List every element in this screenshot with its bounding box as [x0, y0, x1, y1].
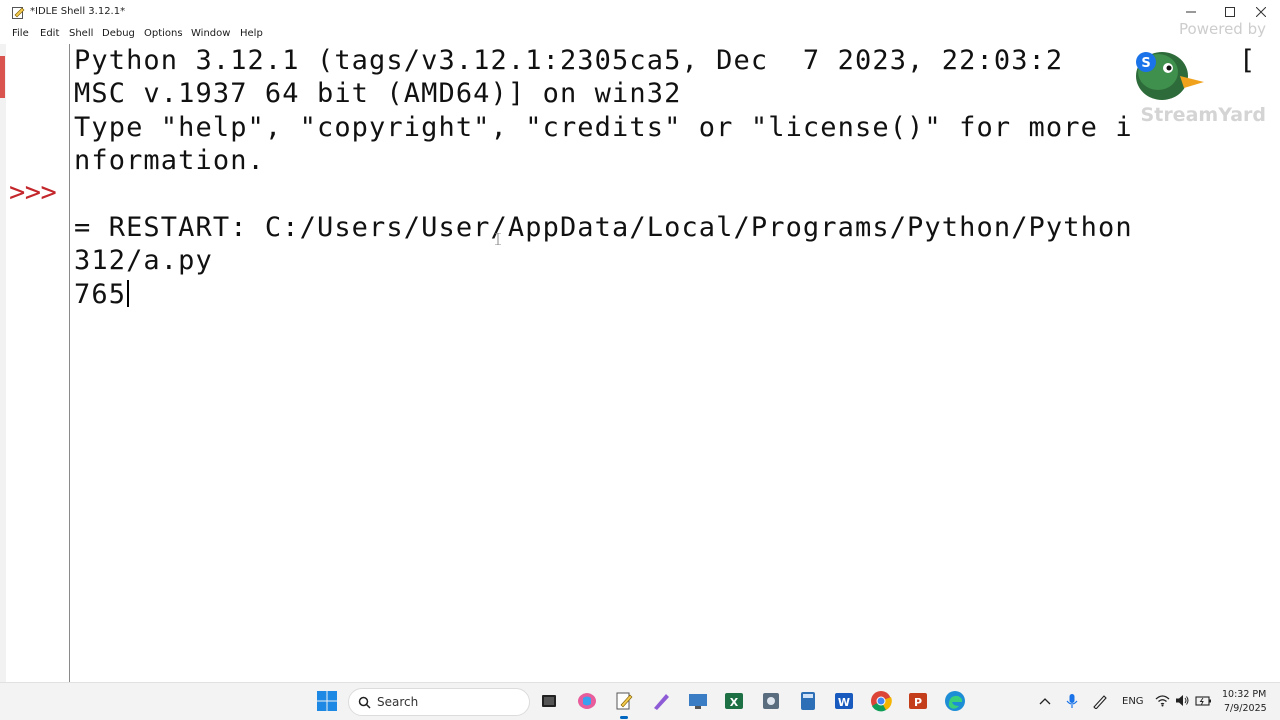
shell-prompt: >>> — [9, 177, 57, 208]
word-icon[interactable]: W — [833, 690, 855, 712]
idle-app-icon — [12, 7, 25, 19]
ibeam-cursor-icon — [495, 233, 501, 245]
prompt-gutter — [6, 44, 69, 682]
edge-icon[interactable] — [944, 690, 966, 712]
text-cursor — [127, 279, 130, 307]
pen-app-icon[interactable] — [650, 690, 672, 712]
watermark-brand-text: StreamYard — [1140, 104, 1266, 126]
powerpoint-icon[interactable]: P — [907, 690, 929, 712]
streamyard-watermark: Powered by S StreamYard — [1124, 18, 1274, 128]
wifi-icon[interactable] — [1155, 694, 1170, 707]
excel-icon[interactable]: X — [723, 690, 745, 712]
shell-text-area[interactable]: Python 3.12.1 (tags/v3.12.1:2305ca5, Dec… — [74, 44, 1257, 680]
menu-window[interactable]: Window — [191, 28, 230, 39]
language-indicator[interactable]: ENG — [1122, 696, 1144, 707]
shell-line-banner-3: Type "help", "copyright", "credits" or "… — [74, 111, 1133, 143]
shell-line-banner-2: MSC v.1937 64 bit (AMD64)] on win32 — [74, 78, 682, 110]
task-view-icon[interactable] — [538, 690, 560, 712]
title-bar[interactable]: *IDLE Shell 3.12.1* — [0, 0, 1280, 24]
menu-bar: File Edit Shell Debug Options Window Hel… — [0, 24, 1280, 43]
shell-line-restart-2: 312/a.py — [74, 245, 213, 277]
clock-date[interactable]: 7/9/2025 — [1224, 703, 1267, 714]
minimize-icon — [1186, 11, 1196, 13]
microphone-icon[interactable] — [1065, 693, 1079, 709]
copilot-icon[interactable] — [576, 690, 598, 712]
menu-debug[interactable]: Debug — [102, 28, 135, 39]
shell-line-blank — [74, 178, 1254, 211]
chrome-icon[interactable] — [870, 690, 892, 712]
shell-line-banner-4: nformation. — [74, 145, 265, 177]
edge-highlight — [0, 56, 5, 98]
shell-line-restart-1: = RESTART: C:/Users/User/AppData/Local/P… — [74, 211, 1133, 243]
menu-options[interactable]: Options — [144, 28, 183, 39]
menu-shell[interactable]: Shell — [69, 28, 93, 39]
clock-time[interactable]: 10:32 PM — [1222, 689, 1266, 700]
windows-taskbar: Search X W P ENG 10:32 PM 7/9/2025 — [0, 682, 1280, 720]
maximize-icon — [1225, 7, 1235, 17]
program-output: 765 — [74, 278, 127, 310]
menu-edit[interactable]: Edit — [40, 28, 59, 39]
svg-text:X: X — [730, 696, 739, 709]
svg-text:S: S — [1141, 56, 1150, 71]
menu-file[interactable]: File — [12, 28, 29, 39]
battery-icon[interactable] — [1195, 694, 1212, 707]
close-icon — [1256, 7, 1266, 17]
chevron-up-icon[interactable] — [1038, 695, 1052, 707]
shell-line-output: 765 — [74, 278, 1254, 311]
search-icon — [358, 696, 371, 709]
svg-text:P: P — [914, 696, 922, 709]
remote-desktop-icon[interactable] — [687, 690, 709, 712]
taskbar-search[interactable]: Search — [348, 688, 530, 716]
pen-tray-icon[interactable] — [1092, 693, 1108, 709]
menu-help[interactable]: Help — [240, 28, 263, 39]
svg-text:W: W — [838, 696, 850, 709]
idle-active-indicator — [620, 716, 628, 719]
window-title: *IDLE Shell 3.12.1* — [30, 6, 126, 17]
calculator-icon[interactable] — [797, 690, 819, 712]
shell-line-banner-1: Python 3.12.1 (tags/v3.12.1:2305ca5, Dec… — [74, 45, 1257, 76]
watermark-powered-text: Powered by — [1179, 20, 1266, 38]
gutter-divider — [69, 44, 70, 682]
volume-icon[interactable] — [1175, 694, 1190, 707]
idle-taskbar-icon[interactable] — [613, 690, 635, 712]
duck-logo-icon: S — [1136, 52, 1204, 100]
search-placeholder: Search — [377, 695, 419, 709]
settings-app-icon[interactable] — [760, 690, 782, 712]
windows-start-icon[interactable] — [316, 690, 338, 712]
idle-shell-window: *IDLE Shell 3.12.1* File Edit Shell Debu… — [0, 0, 1280, 682]
